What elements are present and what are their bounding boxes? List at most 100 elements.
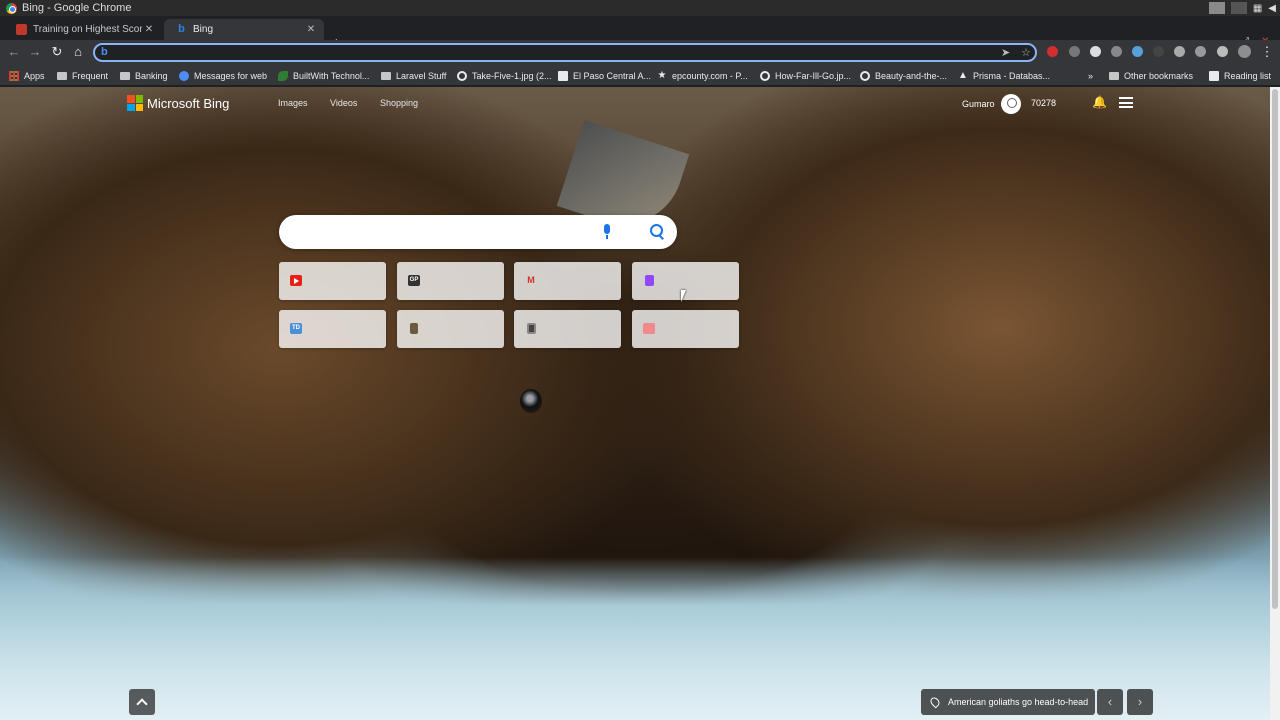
pink-site-icon [643, 323, 655, 334]
tray-app-icon[interactable] [1208, 2, 1225, 14]
reading-list[interactable]: Reading list [1209, 68, 1271, 83]
browser-toolbar: ← → ↻ ⌂ b ➤ ☆ ⋮ [0, 40, 1280, 64]
tab-favicon-icon [16, 24, 27, 35]
folder-icon [381, 71, 391, 80]
bing-favicon-icon: b [178, 23, 185, 35]
extension-pen-icon[interactable] [1069, 46, 1080, 57]
globe-icon [760, 70, 770, 81]
home-icon[interactable]: ⌂ [69, 43, 87, 61]
reload-icon[interactable]: ↻ [48, 43, 66, 61]
bing-header: Microsoft Bing Images Videos Shopping Gu… [0, 87, 1270, 117]
microphone-icon[interactable] [601, 223, 613, 241]
app-icon [527, 323, 536, 334]
volume-icon[interactable]: ◀ [1268, 3, 1276, 14]
next-image-button[interactable]: › [1127, 689, 1153, 715]
site-info-icon[interactable]: b [101, 46, 108, 58]
search-input[interactable] [295, 223, 595, 241]
bookmark-builtwith[interactable]: BuiltWith Technol... [278, 68, 369, 83]
nav-shopping[interactable]: Shopping [380, 98, 418, 108]
page-scrollbar[interactable] [1270, 87, 1280, 720]
user-name: Gumaro [962, 99, 995, 109]
bookmark-star-icon[interactable]: ☆ [1021, 46, 1031, 59]
extensions-puzzle-icon[interactable] [1217, 46, 1228, 57]
extension-circle-icon[interactable] [1174, 46, 1185, 57]
address-bar[interactable]: b ➤ ☆ [93, 43, 1037, 62]
send-icon[interactable]: ➤ [1001, 46, 1010, 59]
system-tray: ▦ ◀ [1208, 0, 1280, 16]
tab-title: Bing [193, 24, 214, 35]
tab-bing[interactable]: b Bing ✕ [164, 19, 324, 40]
rewards-points[interactable]: 70278 [1031, 98, 1056, 108]
previous-image-button[interactable]: ‹ [1097, 689, 1123, 715]
bookmark-other[interactable]: Other bookmarks [1109, 68, 1193, 83]
extension-red-icon[interactable] [1047, 46, 1058, 57]
bookmark-frequent[interactable]: Frequent [57, 68, 108, 83]
twitch-icon [645, 275, 654, 286]
nav-images[interactable]: Images [278, 98, 308, 108]
chrome-menu-icon[interactable]: ⋮ [1258, 43, 1276, 61]
bing-homepage: Microsoft Bing Images Videos Shopping Gu… [0, 87, 1270, 720]
bell-icon[interactable]: 🔔 [1092, 95, 1107, 109]
quick-link-tile-github[interactable] [397, 310, 504, 348]
gmail-icon: M [527, 275, 535, 285]
tab-training[interactable]: Training on Highest Scoring ✕ [4, 19, 162, 40]
bookmark-how-far[interactable]: How-Far-Ill-Go.jp... [760, 68, 851, 83]
quick-link-tile-app[interactable] [514, 310, 621, 348]
microsoft-logo-icon [127, 95, 143, 111]
bookmarks-overflow-icon[interactable]: » [1088, 68, 1093, 83]
hamburger-menu-icon[interactable] [1119, 97, 1133, 108]
nav-videos[interactable]: Videos [330, 98, 357, 108]
bookmark-laravel[interactable]: Laravel Stuff [381, 68, 446, 83]
quick-link-tile-pink[interactable] [632, 310, 739, 348]
bookmark-epcounty[interactable]: ★ epcounty.com - P... [657, 68, 748, 83]
background-bison-eye [520, 389, 542, 413]
globe-icon [457, 70, 467, 81]
youtube-icon [290, 275, 302, 286]
bookmark-prisma[interactable]: ▲ Prisma - Databas... [958, 68, 1050, 83]
chrome-icon [6, 2, 17, 14]
location-pin-icon [928, 695, 942, 709]
quick-link-tile-youtube[interactable] [279, 262, 386, 300]
avatar [1000, 94, 1021, 114]
forward-icon[interactable]: → [26, 43, 44, 61]
back-icon[interactable]: ← [5, 43, 23, 61]
gp-icon: GP [408, 275, 420, 286]
extension-blue-icon[interactable] [1132, 46, 1143, 57]
mouse-cursor-icon [681, 290, 691, 302]
bookmark-beauty[interactable]: Beauty-and-the-... [860, 68, 947, 83]
extension-dark-icon[interactable] [1153, 46, 1164, 57]
bookmark-take-five[interactable]: Take-Five-1.jpg (2... [457, 68, 552, 83]
bookmark-banking[interactable]: Banking [120, 68, 168, 83]
close-tab-icon[interactable]: ✕ [142, 24, 156, 35]
profile-avatar[interactable] [1238, 45, 1251, 58]
folder-icon [57, 71, 67, 80]
quick-link-tile-td[interactable]: TD [279, 310, 386, 348]
quick-link-tile-gmail[interactable]: M [514, 262, 621, 300]
page-icon [558, 70, 568, 81]
quick-link-tile-gp[interactable]: GP [397, 262, 504, 300]
bookmark-messages[interactable]: Messages for web [179, 68, 267, 83]
network-icon[interactable]: ▦ [1253, 3, 1262, 14]
os-title-bar: Bing - Google Chrome ▦ ◀ [0, 0, 1280, 16]
user-account[interactable]: Gumaro [962, 94, 1021, 114]
bookmark-el-paso[interactable]: El Paso Central A... [558, 68, 651, 83]
extension-gear-icon[interactable] [1111, 46, 1122, 57]
globe-icon [860, 70, 870, 81]
tab-strip: Training on Highest Scoring ✕ b Bing ✕ +… [0, 16, 1280, 52]
image-caption[interactable]: American goliaths go head-to-head [921, 689, 1095, 715]
bookmark-apps[interactable]: Apps [9, 68, 45, 83]
apps-grid-icon [9, 70, 19, 81]
search-icon[interactable] [648, 223, 666, 241]
td-icon: TD [290, 323, 302, 334]
extension-doc-icon[interactable] [1090, 46, 1101, 57]
scroll-up-button[interactable] [129, 689, 155, 715]
close-tab-icon[interactable]: ✕ [304, 24, 318, 35]
extension-v-icon[interactable] [1195, 46, 1206, 57]
search-box[interactable] [279, 215, 677, 249]
messages-icon [179, 70, 189, 81]
scrollbar-thumb[interactable] [1272, 89, 1278, 609]
url-input[interactable] [113, 45, 973, 60]
bing-logo[interactable]: Microsoft Bing [127, 95, 229, 111]
tray-chrome-icon[interactable] [1230, 2, 1247, 14]
window-title: Bing - Google Chrome [22, 2, 132, 14]
